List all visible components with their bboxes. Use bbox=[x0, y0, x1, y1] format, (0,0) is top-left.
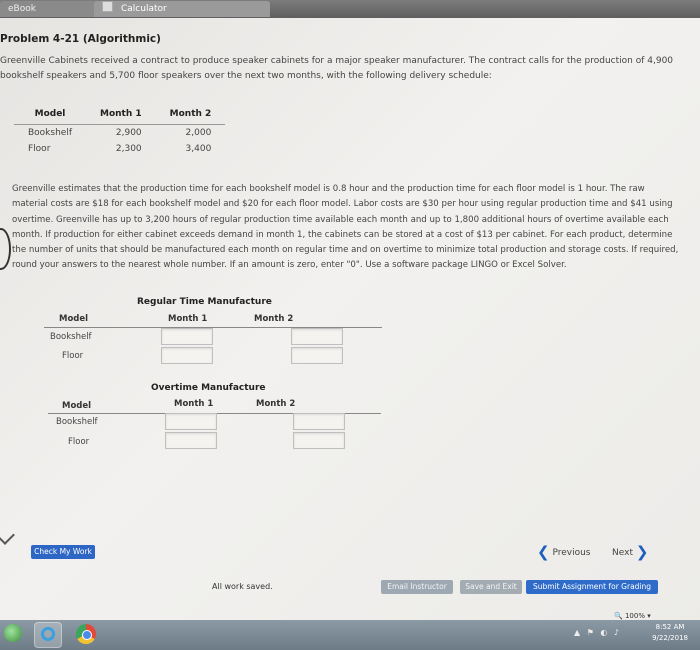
table-row: Bookshelf 2,900 2,000 bbox=[14, 125, 225, 142]
tab-ebook-label: eBook bbox=[8, 4, 36, 14]
page-title: Problem 4-21 (Algorithmic) bbox=[0, 33, 161, 45]
tab-ebook[interactable]: eBook bbox=[0, 1, 106, 17]
save-and-exit-button[interactable]: Save and Exit bbox=[460, 580, 522, 594]
regular-row-floor: Floor bbox=[62, 351, 84, 361]
chrome-icon[interactable] bbox=[76, 624, 96, 644]
regular-month-1-header: Month 1 bbox=[168, 314, 208, 324]
overtime-model-header: Model bbox=[62, 401, 92, 411]
clock[interactable]: 8:52 AM 9/22/2018 bbox=[652, 622, 688, 644]
calculator-icon bbox=[102, 1, 113, 12]
submit-assignment-button[interactable]: Submit Assignment for Grading bbox=[526, 580, 658, 594]
cell-model: Bookshelf bbox=[28, 128, 72, 138]
start-button-icon[interactable] bbox=[4, 624, 22, 642]
table-row: Floor 2,300 3,400 bbox=[14, 141, 225, 157]
email-instructor-button[interactable]: Email Instructor bbox=[381, 580, 453, 594]
next-button[interactable]: Next ❯ bbox=[612, 543, 648, 561]
overtime-row-bookshelf: Bookshelf bbox=[56, 417, 98, 427]
overtime-bookshelf-month-2-input[interactable] bbox=[293, 413, 345, 430]
delivery-schedule-table: Model Month 1 Month 2 Bookshelf 2,900 2,… bbox=[14, 106, 226, 157]
regular-month-2-header: Month 2 bbox=[254, 314, 294, 324]
check-icon bbox=[0, 525, 15, 545]
zoom-level[interactable]: 🔍 100% ▾ bbox=[614, 612, 651, 620]
regular-floor-month-2-input[interactable] bbox=[291, 347, 343, 364]
tab-calculator-label: Calculator bbox=[121, 4, 167, 14]
regular-model-header: Model bbox=[59, 314, 89, 324]
taskbar: ▲ ⚑ ◐ ♪ 8:52 AM 9/22/2018 bbox=[0, 620, 700, 650]
next-label: Next bbox=[612, 548, 633, 558]
cell-value: 2,000 bbox=[185, 128, 212, 138]
overtime-month-2-header: Month 2 bbox=[256, 399, 296, 409]
cell-value: 2,900 bbox=[115, 128, 142, 138]
regular-bookshelf-month-1-input[interactable] bbox=[161, 328, 213, 345]
scroll-marker bbox=[0, 228, 11, 270]
problem-intro: Greenville Cabinets received a contract … bbox=[0, 56, 674, 81]
internet-explorer-icon[interactable] bbox=[34, 622, 62, 648]
cell-value: 3,400 bbox=[185, 144, 212, 154]
regular-floor-month-1-input[interactable] bbox=[161, 347, 213, 364]
overtime-row-floor: Floor bbox=[68, 437, 90, 447]
overtime-bookshelf-month-1-input[interactable] bbox=[165, 413, 217, 430]
previous-button[interactable]: ❮ Previous bbox=[537, 543, 591, 561]
overtime-floor-month-1-input[interactable] bbox=[165, 432, 217, 449]
col-header-model: Model bbox=[14, 106, 86, 125]
problem-body: Greenville estimates that the production… bbox=[12, 184, 679, 271]
save-status: All work saved. bbox=[212, 582, 273, 591]
zoom-value: 100% bbox=[624, 612, 645, 620]
regular-bookshelf-month-2-input[interactable] bbox=[291, 328, 343, 345]
overtime-floor-month-2-input[interactable] bbox=[293, 432, 345, 449]
chevron-left-icon: ❮ bbox=[537, 543, 550, 561]
col-header-month-2: Month 2 bbox=[155, 106, 226, 125]
clock-date: 9/22/2018 bbox=[652, 634, 688, 642]
regular-row-bookshelf: Bookshelf bbox=[50, 332, 92, 342]
cell-model: Floor bbox=[28, 144, 51, 154]
zoom-icon: 🔍 bbox=[614, 612, 623, 620]
overtime-month-1-header: Month 1 bbox=[174, 399, 214, 409]
tab-bar: eBook Calculator bbox=[0, 0, 700, 18]
regular-time-heading: Regular Time Manufacture bbox=[137, 297, 272, 307]
previous-label: Previous bbox=[552, 548, 591, 558]
tab-calculator[interactable]: Calculator bbox=[94, 1, 270, 17]
clock-time: 8:52 AM bbox=[655, 623, 685, 631]
cell-value: 2,300 bbox=[115, 144, 142, 154]
col-header-month-1: Month 1 bbox=[86, 106, 156, 125]
check-my-work-button[interactable]: Check My Work bbox=[31, 545, 95, 559]
system-tray-icons[interactable]: ▲ ⚑ ◐ ♪ bbox=[574, 628, 621, 637]
overtime-heading: Overtime Manufacture bbox=[151, 383, 266, 393]
chevron-right-icon: ❯ bbox=[635, 543, 649, 561]
